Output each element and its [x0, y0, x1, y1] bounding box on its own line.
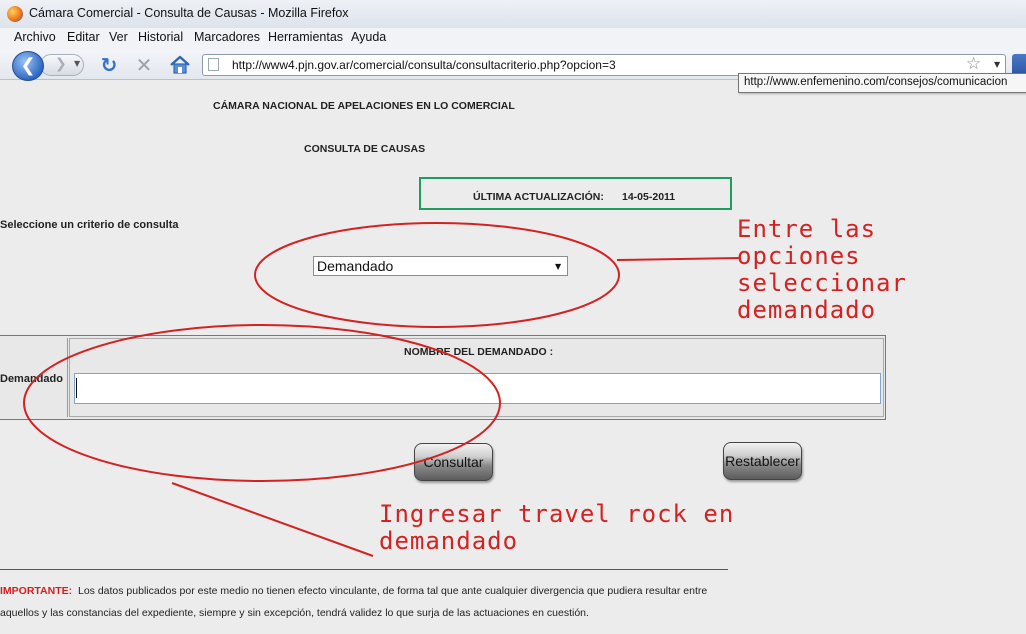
update-date: 14-05-2011 — [622, 191, 676, 203]
bookmark-star-icon[interactable]: ☆ — [966, 54, 981, 74]
disclaimer-line-2: aquellos y las constancias del expedient… — [0, 607, 589, 619]
chevron-down-icon[interactable]: ▼ — [555, 262, 561, 271]
footer-divider — [0, 569, 728, 570]
annotation-note-2-line: Ingresar travel rock en — [379, 500, 735, 528]
demandado-input[interactable] — [74, 373, 881, 404]
annotation-connector-1 — [616, 257, 741, 261]
menu-herramientas[interactable]: Herramientas — [268, 30, 343, 44]
annotation-connector-2 — [171, 482, 374, 557]
text-caret — [76, 378, 77, 398]
disclaimer-line-1: IMPORTANTE: Los datos publicados por est… — [0, 585, 707, 597]
history-dropdown-icon[interactable]: ▼ — [74, 59, 80, 68]
menu-marcadores[interactable]: Marcadores — [194, 30, 260, 44]
menu-ayuda[interactable]: Ayuda — [351, 30, 386, 44]
annotation-note-1: Entre las opciones seleccionar demandado — [737, 216, 907, 324]
window-title: Cámara Comercial - Consulta de Causas - … — [29, 6, 349, 20]
annotation-note-2-line: demandado — [379, 527, 519, 555]
stop-icon[interactable]: ✕ — [133, 54, 155, 76]
consultar-button[interactable]: Consultar — [414, 443, 493, 481]
annotation-note-1-line: seleccionar — [737, 269, 907, 297]
page-icon — [208, 58, 219, 71]
firefox-icon — [7, 6, 23, 22]
page-title: CONSULTA DE CAUSAS — [304, 143, 426, 155]
annotation-note-1-line: opciones — [737, 242, 861, 270]
annotation-note-2: Ingresar travel rock en demandado — [379, 501, 734, 555]
restablecer-button[interactable]: Restablecer — [723, 442, 802, 480]
form-divider — [67, 338, 68, 417]
update-label: ÚLTIMA ACTUALIZACIÓN: — [473, 191, 604, 203]
field-label: NOMBRE DEL DEMANDADO : — [404, 346, 554, 358]
reload-icon[interactable]: ↻ — [98, 54, 120, 76]
url-text[interactable]: http://www4.pjn.gov.ar/comercial/consult… — [232, 58, 616, 72]
disclaimer-label: IMPORTANTE: — [0, 585, 73, 597]
annotation-note-1-line: Entre las — [737, 215, 877, 243]
menu-editar[interactable]: Editar — [67, 30, 100, 44]
annotation-note-1-line: demandado — [737, 296, 877, 324]
row-label: Demandado — [0, 373, 63, 385]
criteria-label: Seleccione un criterio de consulta — [0, 219, 179, 231]
home-icon[interactable] — [168, 53, 192, 77]
menu-archivo[interactable]: Archivo — [14, 30, 56, 44]
court-heading: CÁMARA NACIONAL DE APELACIONES EN LO COM… — [213, 100, 515, 112]
link-tooltip: http://www.enfemenino.com/consejos/comun… — [738, 73, 1026, 93]
menu-historial[interactable]: Historial — [138, 30, 183, 44]
menu-bar: Archivo Editar Ver Historial Marcadores … — [0, 28, 1026, 49]
menu-ver[interactable]: Ver — [109, 30, 128, 44]
back-button[interactable]: ❮ — [12, 51, 44, 81]
disclaimer-text-1: Los datos publicados por este medio no t… — [77, 585, 708, 597]
url-dropdown-icon[interactable]: ▼ — [994, 60, 1000, 69]
criteria-select-value[interactable]: Demandado — [317, 258, 393, 274]
